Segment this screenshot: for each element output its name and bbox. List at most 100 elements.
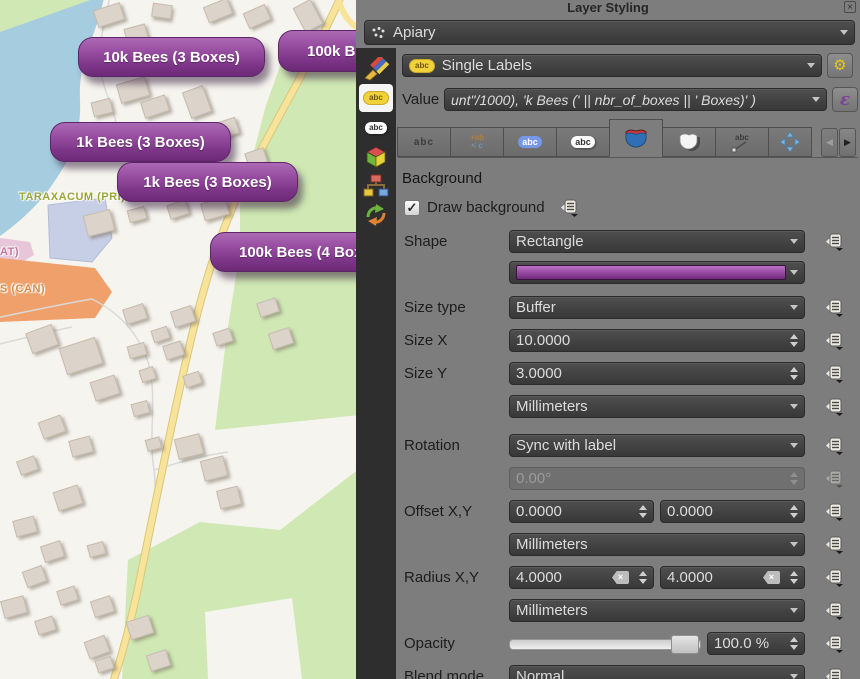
history-icon	[364, 204, 388, 226]
opacity-label: Opacity	[404, 635, 509, 652]
clear-value-icon[interactable]: ×	[763, 571, 780, 584]
tab-scroll-left-button[interactable]: ◀	[821, 128, 838, 157]
sidebar-item-labels[interactable]: abc	[359, 84, 393, 112]
radius-units-select[interactable]: Millimeters	[509, 599, 805, 622]
data-defined-override-button[interactable]	[819, 535, 845, 554]
opacity-value: 100.0 %	[714, 635, 769, 652]
layer-selector-value: Apiary	[393, 24, 436, 41]
offset-x-input[interactable]: 0.0000	[509, 500, 654, 523]
draw-background-checkbox[interactable]: ✓	[404, 200, 420, 216]
data-defined-override-button[interactable]	[819, 298, 845, 317]
map-bee-label: 1k Bees (3 Boxes)	[117, 162, 298, 202]
size-units-select[interactable]: Millimeters	[509, 395, 805, 418]
buffer-tab-icon: abc	[518, 136, 542, 148]
sidebar-item-history[interactable]	[359, 201, 393, 228]
tab-scroll-right-button[interactable]: ▶	[839, 128, 856, 157]
draw-background-label: Draw background	[427, 199, 545, 216]
opacity-input[interactable]: 100.0 %	[707, 632, 805, 655]
radius-y-value: 4.0000	[667, 569, 713, 586]
tab-text[interactable]: abc	[397, 127, 451, 157]
radius-label: Radius X,Y	[404, 569, 509, 586]
road-spur	[338, 0, 356, 30]
data-defined-override-button[interactable]	[819, 397, 845, 416]
offset-y-input[interactable]: 0.0000	[660, 500, 805, 523]
chevron-down-icon	[790, 608, 798, 613]
size-y-input[interactable]: 3.0000	[509, 362, 805, 385]
shape-select[interactable]: Rectangle	[509, 230, 805, 253]
blend-mode-select[interactable]: Normal	[509, 665, 805, 679]
map-bee-label: 100k B	[278, 30, 356, 72]
data-defined-override-button[interactable]	[819, 232, 845, 251]
size-x-label: Size X	[404, 332, 509, 349]
opacity-slider[interactable]	[509, 632, 701, 655]
label-mode-value: Single Labels	[442, 57, 532, 74]
expression-builder-button[interactable]: ε	[832, 87, 858, 112]
chevron-down-icon	[790, 542, 798, 547]
chevron-down-icon	[790, 239, 798, 244]
value-expression-select[interactable]: unt"/1000), 'k Bees (' || nbr_of_boxes |…	[444, 88, 827, 111]
callouts-tab-icon: abc	[729, 131, 755, 153]
automated-placement-button[interactable]: ⚙	[827, 53, 853, 78]
tab-formatting[interactable]: +ab< c	[450, 127, 504, 157]
close-icon[interactable]: ×	[844, 1, 856, 13]
clear-value-icon[interactable]: ×	[612, 571, 629, 584]
point-layer-icon	[371, 26, 387, 40]
data-defined-override-button[interactable]	[819, 667, 845, 679]
tab-background[interactable]	[609, 119, 663, 157]
size-y-value: 3.0000	[516, 365, 562, 382]
radius-y-input[interactable]: 4.0000 ×	[660, 566, 805, 589]
mask-icon: abc	[365, 122, 387, 134]
single-labels-icon: abc	[409, 59, 435, 73]
text-tab-icon: abc	[414, 137, 434, 148]
data-defined-override-button[interactable]	[819, 601, 845, 620]
tab-shadow[interactable]	[662, 127, 716, 157]
data-defined-override-button-disabled	[819, 469, 845, 488]
slider-handle[interactable]	[671, 635, 699, 654]
map-building	[151, 3, 173, 20]
background-tab-icon	[624, 128, 648, 148]
cube-3d-icon	[364, 145, 388, 169]
data-defined-override-button[interactable]	[819, 502, 845, 521]
data-defined-override-button[interactable]	[819, 436, 845, 455]
data-defined-override-button[interactable]	[819, 331, 845, 350]
tab-callouts[interactable]: abc	[715, 127, 769, 157]
gear-icon: ⚙	[833, 58, 846, 73]
sidebar-item-diagrams[interactable]	[359, 172, 393, 199]
data-defined-override-button[interactable]	[555, 198, 581, 217]
offset-y-value: 0.0000	[667, 503, 713, 520]
labels-icon: abc	[363, 91, 389, 105]
expression-icon: ε	[840, 90, 850, 110]
rotation-label: Rotation	[404, 437, 509, 454]
size-type-value: Buffer	[516, 299, 556, 316]
rotation-angle-value: 0.00°	[516, 470, 551, 487]
blend-mode-label: Blend mode	[404, 668, 509, 679]
map-bee-label: 100k Bees (4 Boxes)	[210, 232, 356, 272]
radius-x-value: 4.0000	[516, 569, 562, 586]
map-place-label: S (CAN)	[0, 283, 45, 295]
offset-units-select[interactable]: Millimeters	[509, 533, 805, 556]
formatting-tab-icon: +ab< c	[470, 134, 484, 150]
map-canvas[interactable]: TARAXACUM (PRI)AT)S (CAN) 10k Bees (3 Bo…	[0, 0, 356, 679]
layer-selector[interactable]: Apiary	[364, 20, 855, 45]
shadow-tab-icon	[677, 132, 701, 152]
tab-buffer[interactable]: abc	[503, 127, 557, 157]
sidebar-item-3d-view[interactable]	[359, 143, 393, 170]
data-defined-override-button[interactable]	[819, 634, 845, 653]
data-defined-override-button[interactable]	[819, 568, 845, 587]
tab-mask[interactable]: abc	[556, 127, 610, 157]
size-type-select[interactable]: Buffer	[509, 296, 805, 319]
tab-placement[interactable]	[768, 127, 812, 157]
scroll-left-icon: ◀	[826, 137, 833, 148]
fill-color-select[interactable]	[509, 261, 805, 284]
size-y-label: Size Y	[404, 365, 509, 382]
data-defined-override-button[interactable]	[819, 364, 845, 383]
size-x-input[interactable]: 10.0000	[509, 329, 805, 352]
panel-title: Layer Styling	[356, 0, 860, 15]
blend-mode-value: Normal	[516, 668, 564, 679]
sidebar-item-symbology[interactable]	[359, 55, 393, 82]
rotation-mode-select[interactable]: Sync with label	[509, 434, 805, 457]
size-type-label: Size type	[404, 299, 509, 316]
radius-x-input[interactable]: 4.0000 ×	[509, 566, 654, 589]
sidebar-item-masks[interactable]: abc	[359, 114, 393, 141]
label-mode-select[interactable]: abc Single Labels	[402, 54, 822, 77]
